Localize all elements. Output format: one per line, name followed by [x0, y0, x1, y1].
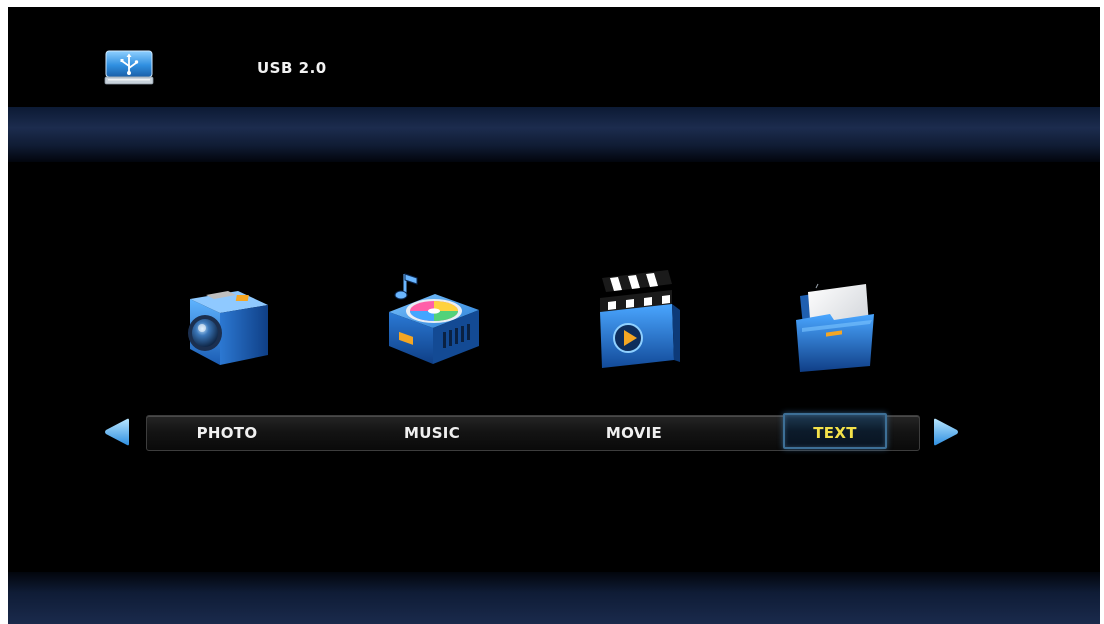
footer-band: [8, 572, 1100, 624]
camera-icon[interactable]: [178, 277, 274, 367]
media-menu-bar: PHOTO MUSIC MOVIE TEXT: [146, 413, 920, 451]
device-title: USB 2.0: [257, 59, 327, 77]
usb-drive-icon: [104, 50, 154, 85]
media-player-screen: USB 2.0 PHOTO MUSIC MOVIE TEXT: [8, 7, 1100, 624]
document-folder-icon[interactable]: [788, 282, 878, 372]
right-arrow-icon[interactable]: [932, 417, 960, 447]
menu-item-music[interactable]: MUSIC: [392, 416, 472, 450]
clapperboard-icon[interactable]: [592, 270, 682, 372]
left-arrow-icon[interactable]: [103, 417, 131, 447]
header-band: [8, 107, 1100, 162]
music-player-icon[interactable]: [383, 264, 483, 367]
menu-item-text-selected[interactable]: TEXT: [783, 413, 887, 449]
menu-item-photo[interactable]: PHOTO: [187, 416, 267, 450]
menu-item-movie[interactable]: MOVIE: [594, 416, 674, 450]
